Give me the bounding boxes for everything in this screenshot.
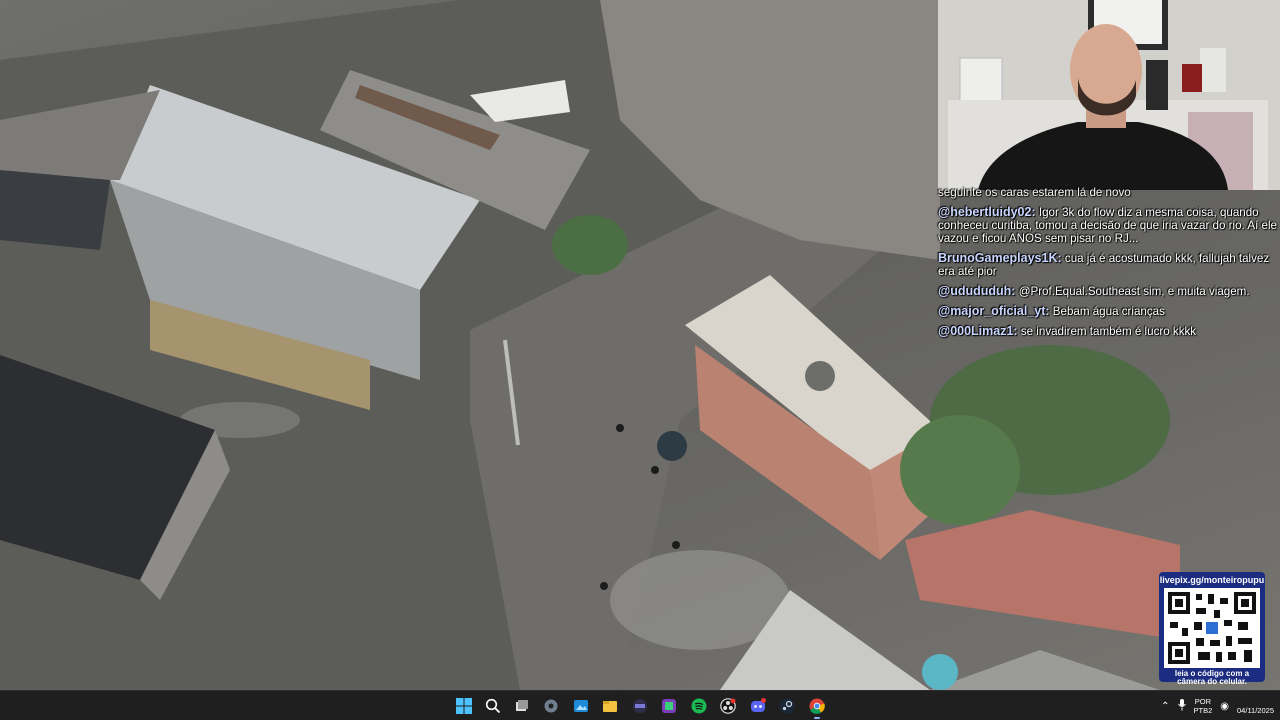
chat-username: @hebertluidy02 [938, 205, 1036, 219]
settings-icon[interactable] [540, 695, 562, 717]
chat-message-text: seguinte os caras estarem lá de novo [938, 186, 1131, 199]
donation-url: livepix.gg/monteiropupu [1159, 575, 1265, 585]
streamer-webcam-feed [938, 0, 1280, 190]
wifi-icon[interactable]: ◉ [1220, 701, 1229, 712]
chat-message: @hebertluidy02 Igor 3k do flow diz a mes… [938, 205, 1278, 245]
donation-qr-panel: livepix.gg/monteiropupu leia o código co… [1159, 572, 1265, 686]
chat-message: @major_oficial_yt Bebam água crianças [938, 304, 1278, 318]
chat-message: @udududuh @Prof.Equal.Southeast sim, e m… [938, 284, 1278, 298]
chat-message-text: se invadirem também é lucro kkkk [1020, 325, 1197, 338]
search-icon[interactable] [482, 695, 504, 717]
chat-message-text: @Prof.Equal.Southeast sim, e muita viage… [1018, 285, 1250, 298]
app-icon[interactable] [658, 695, 680, 717]
chat-username: BrunoGameplays1K [938, 251, 1062, 265]
chat-message: seguinte os caras estarem lá de novo [938, 186, 1278, 199]
windows-start-icon[interactable] [453, 695, 475, 717]
keyboard-layout: PTB2 [1193, 706, 1213, 715]
qr-code [1164, 588, 1260, 668]
chat-overlay: seguinte os caras estarem lá de novo @he… [938, 186, 1278, 345]
terminal-icon[interactable] [629, 695, 651, 717]
photos-icon[interactable] [570, 695, 592, 717]
clock[interactable]: 04/11/2025 [1237, 697, 1274, 715]
spotify-icon[interactable] [688, 695, 710, 717]
obs-icon[interactable] [717, 695, 739, 717]
chat-message: BrunoGameplays1K cua já é acostumado kkk… [938, 251, 1278, 278]
microphone-icon[interactable] [1177, 699, 1186, 713]
chrome-icon[interactable] [806, 695, 828, 719]
webcam-overlay [938, 0, 1280, 190]
chat-username: @000Limaz1 [938, 324, 1018, 338]
system-tray: ⌃ POR PTB2 ◉ 04/11/2025 [1161, 693, 1274, 719]
chat-username: @major_oficial_yt [938, 304, 1050, 318]
windows-taskbar: ⌃ POR PTB2 ◉ 04/11/2025 [0, 690, 1280, 720]
qr-caption-line: câmera do celular. [1177, 677, 1247, 686]
discord-icon[interactable] [747, 695, 769, 717]
language-code: POR [1194, 697, 1212, 706]
date-text: 04/11/2025 [1237, 706, 1274, 715]
file-explorer-icon[interactable] [599, 695, 621, 717]
input-language-indicator[interactable]: POR PTB2 [1194, 697, 1213, 715]
qr-caption: leia o código com a câmera do celular. [1159, 670, 1265, 686]
chat-message-text: Bebam água crianças [1052, 305, 1165, 318]
task-view-icon[interactable] [511, 695, 533, 717]
steam-icon[interactable] [776, 695, 798, 717]
chat-username: @udududuh [938, 284, 1015, 298]
chat-message: @000Limaz1 se invadirem também é lucro k… [938, 324, 1278, 338]
chevron-up-icon[interactable]: ⌃ [1161, 701, 1169, 712]
